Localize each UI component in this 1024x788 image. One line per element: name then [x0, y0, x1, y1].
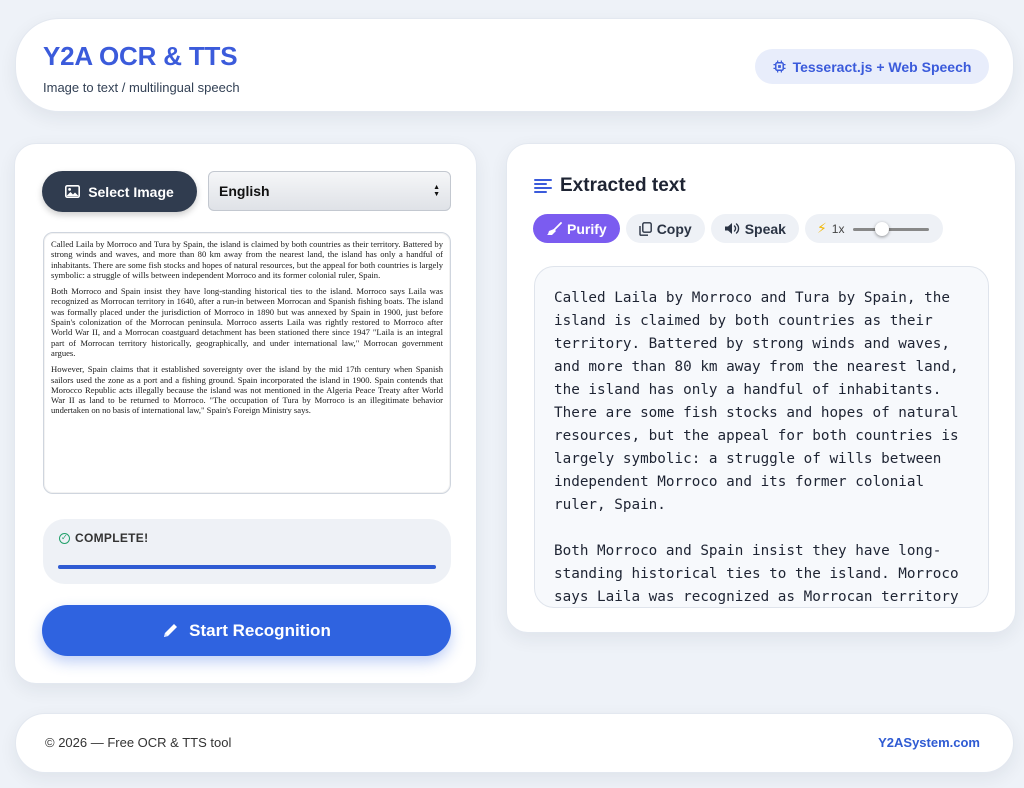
speak-button[interactable]: Speak	[710, 214, 799, 243]
engine-badge-label: Tesseract.js + Web Speech	[792, 58, 972, 75]
output-toolbar: Purify Copy Speak ⚡ 1x	[533, 214, 943, 243]
status-indicator: ✓ COMPLETE!	[59, 531, 148, 545]
copy-label: Copy	[656, 220, 692, 237]
extracted-text-area[interactable]: Called Laila by Morroco and Tura by Spai…	[534, 266, 989, 608]
slider-thumb[interactable]	[875, 221, 890, 236]
speed-slider[interactable]	[853, 221, 930, 236]
speak-label: Speak	[744, 220, 786, 237]
speaker-icon	[724, 223, 739, 234]
copy-button[interactable]: Copy	[625, 214, 705, 243]
speed-control: ⚡ 1x	[804, 214, 943, 243]
footer-bar: © 2026 — Free OCR & TTS tool Y2ASystem.c…	[15, 713, 1014, 773]
language-select-value: English	[219, 183, 270, 199]
select-image-button[interactable]: Select Image	[42, 171, 197, 212]
image-preview: Called Laila by Morroco and Tura by Spai…	[43, 232, 451, 494]
header-bar: Y2A OCR & TTS Image to text / multilingu…	[15, 18, 1014, 112]
output-heading: Extracted text	[534, 175, 686, 197]
engine-badge: Tesseract.js + Web Speech	[755, 49, 989, 84]
chip-icon	[773, 60, 786, 73]
speed-value: 1x	[831, 221, 845, 236]
image-icon	[65, 185, 81, 198]
app-title: Y2A OCR & TTS	[43, 41, 238, 71]
start-recognition-button[interactable]: Start Recognition	[42, 605, 451, 656]
preview-paragraph: Both Morroco and Spain insist they have …	[51, 286, 443, 358]
preview-paragraph: Called Laila by Morroco and Tura by Spai…	[51, 239, 443, 280]
status-text: COMPLETE!	[75, 531, 149, 545]
check-circle-icon: ✓	[59, 532, 70, 544]
language-select[interactable]: English ▲ ▼	[208, 171, 451, 211]
text-align-icon	[534, 179, 552, 193]
footer-site-link[interactable]: Y2ASystem.com	[878, 735, 980, 750]
output-panel: Extracted text Purify Copy Speak ⚡ 1x Ca…	[506, 143, 1016, 633]
start-recognition-label: Start Recognition	[189, 620, 331, 640]
select-image-label: Select Image	[88, 183, 174, 200]
copy-icon	[638, 221, 652, 236]
app-subtitle: Image to text / multilingual speech	[43, 80, 240, 95]
purify-label: Purify	[567, 220, 607, 237]
pencil-icon	[164, 624, 178, 637]
slider-track	[853, 227, 930, 231]
input-panel: Select Image English ▲ ▼ Called Laila by …	[14, 143, 477, 684]
status-panel: ✓ COMPLETE!	[43, 519, 451, 584]
preview-paragraph: However, Spain claims that it establishe…	[51, 364, 443, 416]
select-arrows-icon: ▲ ▼	[433, 184, 440, 198]
progress-bar	[58, 565, 436, 569]
broom-icon	[547, 221, 562, 235]
purify-button[interactable]: Purify	[533, 214, 620, 243]
progress-fill	[58, 565, 436, 569]
footer-copyright: © 2026 — Free OCR & TTS tool	[45, 735, 232, 750]
output-title: Extracted text	[560, 175, 686, 196]
lightning-icon: ⚡	[816, 220, 827, 236]
